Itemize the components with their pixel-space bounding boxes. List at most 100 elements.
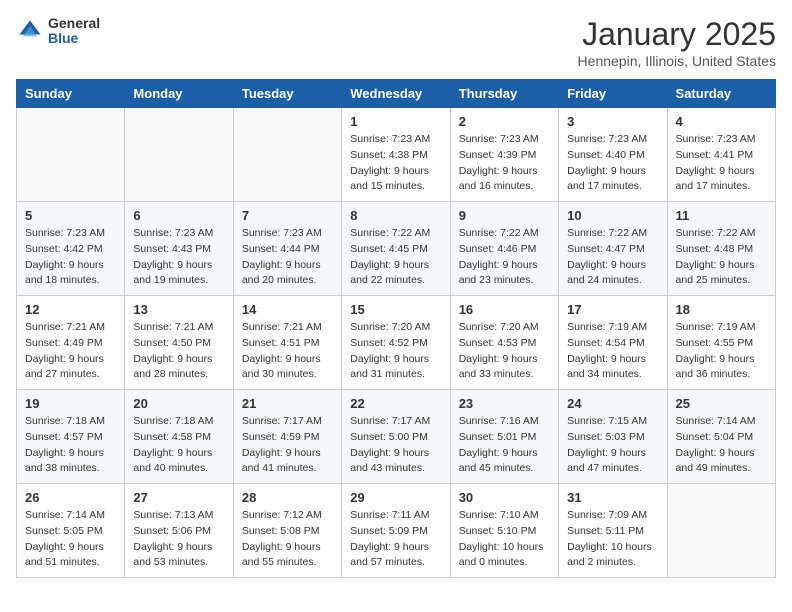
calendar-week-row: 19Sunrise: 7:18 AMSunset: 4:57 PMDayligh…	[17, 390, 776, 484]
sunset-text: Sunset: 4:40 PM	[567, 148, 658, 164]
calendar-cell: 17Sunrise: 7:19 AMSunset: 4:54 PMDayligh…	[559, 296, 667, 390]
sunset-text: Sunset: 4:46 PM	[459, 242, 550, 258]
day-info: Sunrise: 7:23 AMSunset: 4:40 PMDaylight:…	[567, 132, 658, 195]
calendar-week-row: 1Sunrise: 7:23 AMSunset: 4:38 PMDaylight…	[17, 108, 776, 202]
day-number: 14	[242, 302, 333, 317]
sunset-text: Sunset: 4:48 PM	[676, 242, 767, 258]
calendar-cell: 4Sunrise: 7:23 AMSunset: 4:41 PMDaylight…	[667, 108, 775, 202]
daylight-text: Daylight: 9 hours and 51 minutes.	[25, 540, 116, 572]
sunrise-text: Sunrise: 7:23 AM	[242, 226, 333, 242]
sunrise-text: Sunrise: 7:23 AM	[459, 132, 550, 148]
day-info: Sunrise: 7:19 AMSunset: 4:54 PMDaylight:…	[567, 320, 658, 383]
daylight-text: Daylight: 9 hours and 15 minutes.	[350, 164, 441, 196]
day-info: Sunrise: 7:20 AMSunset: 4:53 PMDaylight:…	[459, 320, 550, 383]
day-info: Sunrise: 7:11 AMSunset: 5:09 PMDaylight:…	[350, 508, 441, 571]
day-number: 18	[676, 302, 767, 317]
calendar-cell: 18Sunrise: 7:19 AMSunset: 4:55 PMDayligh…	[667, 296, 775, 390]
sunset-text: Sunset: 5:05 PM	[25, 524, 116, 540]
sunrise-text: Sunrise: 7:14 AM	[25, 508, 116, 524]
day-info: Sunrise: 7:22 AMSunset: 4:46 PMDaylight:…	[459, 226, 550, 289]
daylight-text: Daylight: 9 hours and 36 minutes.	[676, 352, 767, 384]
daylight-text: Daylight: 9 hours and 24 minutes.	[567, 258, 658, 290]
sunrise-text: Sunrise: 7:12 AM	[242, 508, 333, 524]
day-info: Sunrise: 7:21 AMSunset: 4:50 PMDaylight:…	[133, 320, 224, 383]
sunset-text: Sunset: 4:43 PM	[133, 242, 224, 258]
day-info: Sunrise: 7:21 AMSunset: 4:51 PMDaylight:…	[242, 320, 333, 383]
day-number: 20	[133, 396, 224, 411]
day-info: Sunrise: 7:23 AMSunset: 4:38 PMDaylight:…	[350, 132, 441, 195]
daylight-text: Daylight: 9 hours and 38 minutes.	[25, 446, 116, 478]
sunrise-text: Sunrise: 7:18 AM	[133, 414, 224, 430]
sunset-text: Sunset: 4:39 PM	[459, 148, 550, 164]
daylight-text: Daylight: 9 hours and 17 minutes.	[676, 164, 767, 196]
weekday-header-saturday: Saturday	[667, 80, 775, 108]
daylight-text: Daylight: 9 hours and 30 minutes.	[242, 352, 333, 384]
daylight-text: Daylight: 9 hours and 41 minutes.	[242, 446, 333, 478]
location-title: Hennepin, Illinois, United States	[578, 53, 776, 69]
sunset-text: Sunset: 5:10 PM	[459, 524, 550, 540]
day-info: Sunrise: 7:12 AMSunset: 5:08 PMDaylight:…	[242, 508, 333, 571]
day-info: Sunrise: 7:22 AMSunset: 4:47 PMDaylight:…	[567, 226, 658, 289]
daylight-text: Daylight: 9 hours and 16 minutes.	[459, 164, 550, 196]
calendar-cell: 11Sunrise: 7:22 AMSunset: 4:48 PMDayligh…	[667, 202, 775, 296]
sunrise-text: Sunrise: 7:22 AM	[350, 226, 441, 242]
day-number: 9	[459, 208, 550, 223]
calendar-cell: 12Sunrise: 7:21 AMSunset: 4:49 PMDayligh…	[17, 296, 125, 390]
day-info: Sunrise: 7:14 AMSunset: 5:04 PMDaylight:…	[676, 414, 767, 477]
calendar-cell: 10 Sunrise: 7:22 AMSunset: 4:47 PMDayligh…	[559, 202, 667, 296]
calendar-cell: 29Sunrise: 7:11 AMSunset: 5:09 PMDayligh…	[342, 484, 450, 578]
calendar-cell	[125, 108, 233, 202]
day-info: Sunrise: 7:23 AMSunset: 4:44 PMDaylight:…	[242, 226, 333, 289]
sunset-text: Sunset: 4:53 PM	[459, 336, 550, 352]
daylight-text: Daylight: 10 hours and 2 minutes.	[567, 540, 658, 572]
sunset-text: Sunset: 4:38 PM	[350, 148, 441, 164]
sunset-text: Sunset: 4:49 PM	[25, 336, 116, 352]
sunrise-text: Sunrise: 7:20 AM	[350, 320, 441, 336]
sunrise-text: Sunrise: 7:21 AM	[242, 320, 333, 336]
daylight-text: Daylight: 9 hours and 18 minutes.	[25, 258, 116, 290]
sunset-text: Sunset: 5:00 PM	[350, 430, 441, 446]
daylight-text: Daylight: 9 hours and 20 minutes.	[242, 258, 333, 290]
day-number: 15	[350, 302, 441, 317]
calendar-cell: 28Sunrise: 7:12 AMSunset: 5:08 PMDayligh…	[233, 484, 341, 578]
calendar-cell: 31Sunrise: 7:09 AMSunset: 5:11 PMDayligh…	[559, 484, 667, 578]
logo-blue-label: Blue	[48, 31, 100, 46]
sunrise-text: Sunrise: 7:17 AM	[242, 414, 333, 430]
sunrise-text: Sunrise: 7:14 AM	[676, 414, 767, 430]
day-info: Sunrise: 7:09 AMSunset: 5:11 PMDaylight:…	[567, 508, 658, 571]
day-number: 13	[133, 302, 224, 317]
day-number: 3	[567, 114, 658, 129]
sunset-text: Sunset: 5:04 PM	[676, 430, 767, 446]
daylight-text: Daylight: 9 hours and 49 minutes.	[676, 446, 767, 478]
sunset-text: Sunset: 4:51 PM	[242, 336, 333, 352]
day-number: 22	[350, 396, 441, 411]
sunrise-text: Sunrise: 7:23 AM	[676, 132, 767, 148]
sunset-text: Sunset: 5:11 PM	[567, 524, 658, 540]
daylight-text: Daylight: 9 hours and 25 minutes.	[676, 258, 767, 290]
day-info: Sunrise: 7:21 AMSunset: 4:49 PMDaylight:…	[25, 320, 116, 383]
calendar-cell: 19Sunrise: 7:18 AMSunset: 4:57 PMDayligh…	[17, 390, 125, 484]
day-info: Sunrise: 7:18 AMSunset: 4:58 PMDaylight:…	[133, 414, 224, 477]
day-info: Sunrise: 7:18 AMSunset: 4:57 PMDaylight:…	[25, 414, 116, 477]
sunrise-text: Sunrise: 7:23 AM	[133, 226, 224, 242]
sunrise-text: Sunrise: 7:18 AM	[25, 414, 116, 430]
weekday-header-sunday: Sunday	[17, 80, 125, 108]
logo: General Blue	[16, 16, 100, 47]
calendar-cell: 24Sunrise: 7:15 AMSunset: 5:03 PMDayligh…	[559, 390, 667, 484]
day-number: 10	[567, 208, 658, 223]
sunset-text: Sunset: 4:45 PM	[350, 242, 441, 258]
sunset-text: Sunset: 4:58 PM	[133, 430, 224, 446]
calendar-cell: 2Sunrise: 7:23 AMSunset: 4:39 PMDaylight…	[450, 108, 558, 202]
sunset-text: Sunset: 5:08 PM	[242, 524, 333, 540]
sunrise-text: Sunrise: 7:15 AM	[567, 414, 658, 430]
day-info: Sunrise: 7:16 AMSunset: 5:01 PMDaylight:…	[459, 414, 550, 477]
calendar-cell: 8Sunrise: 7:22 AMSunset: 4:45 PMDaylight…	[342, 202, 450, 296]
sunrise-text: Sunrise: 7:22 AM	[676, 226, 767, 242]
day-number: 1	[350, 114, 441, 129]
calendar-cell: 3 Sunrise: 7:23 AMSunset: 4:40 PMDaylight…	[559, 108, 667, 202]
calendar-cell: 25Sunrise: 7:14 AMSunset: 5:04 PMDayligh…	[667, 390, 775, 484]
day-number: 8	[350, 208, 441, 223]
sunrise-text: Sunrise: 7:19 AM	[567, 320, 658, 336]
daylight-text: Daylight: 9 hours and 17 minutes.	[567, 164, 658, 196]
calendar-table: SundayMondayTuesdayWednesdayThursdayFrid…	[16, 79, 776, 578]
